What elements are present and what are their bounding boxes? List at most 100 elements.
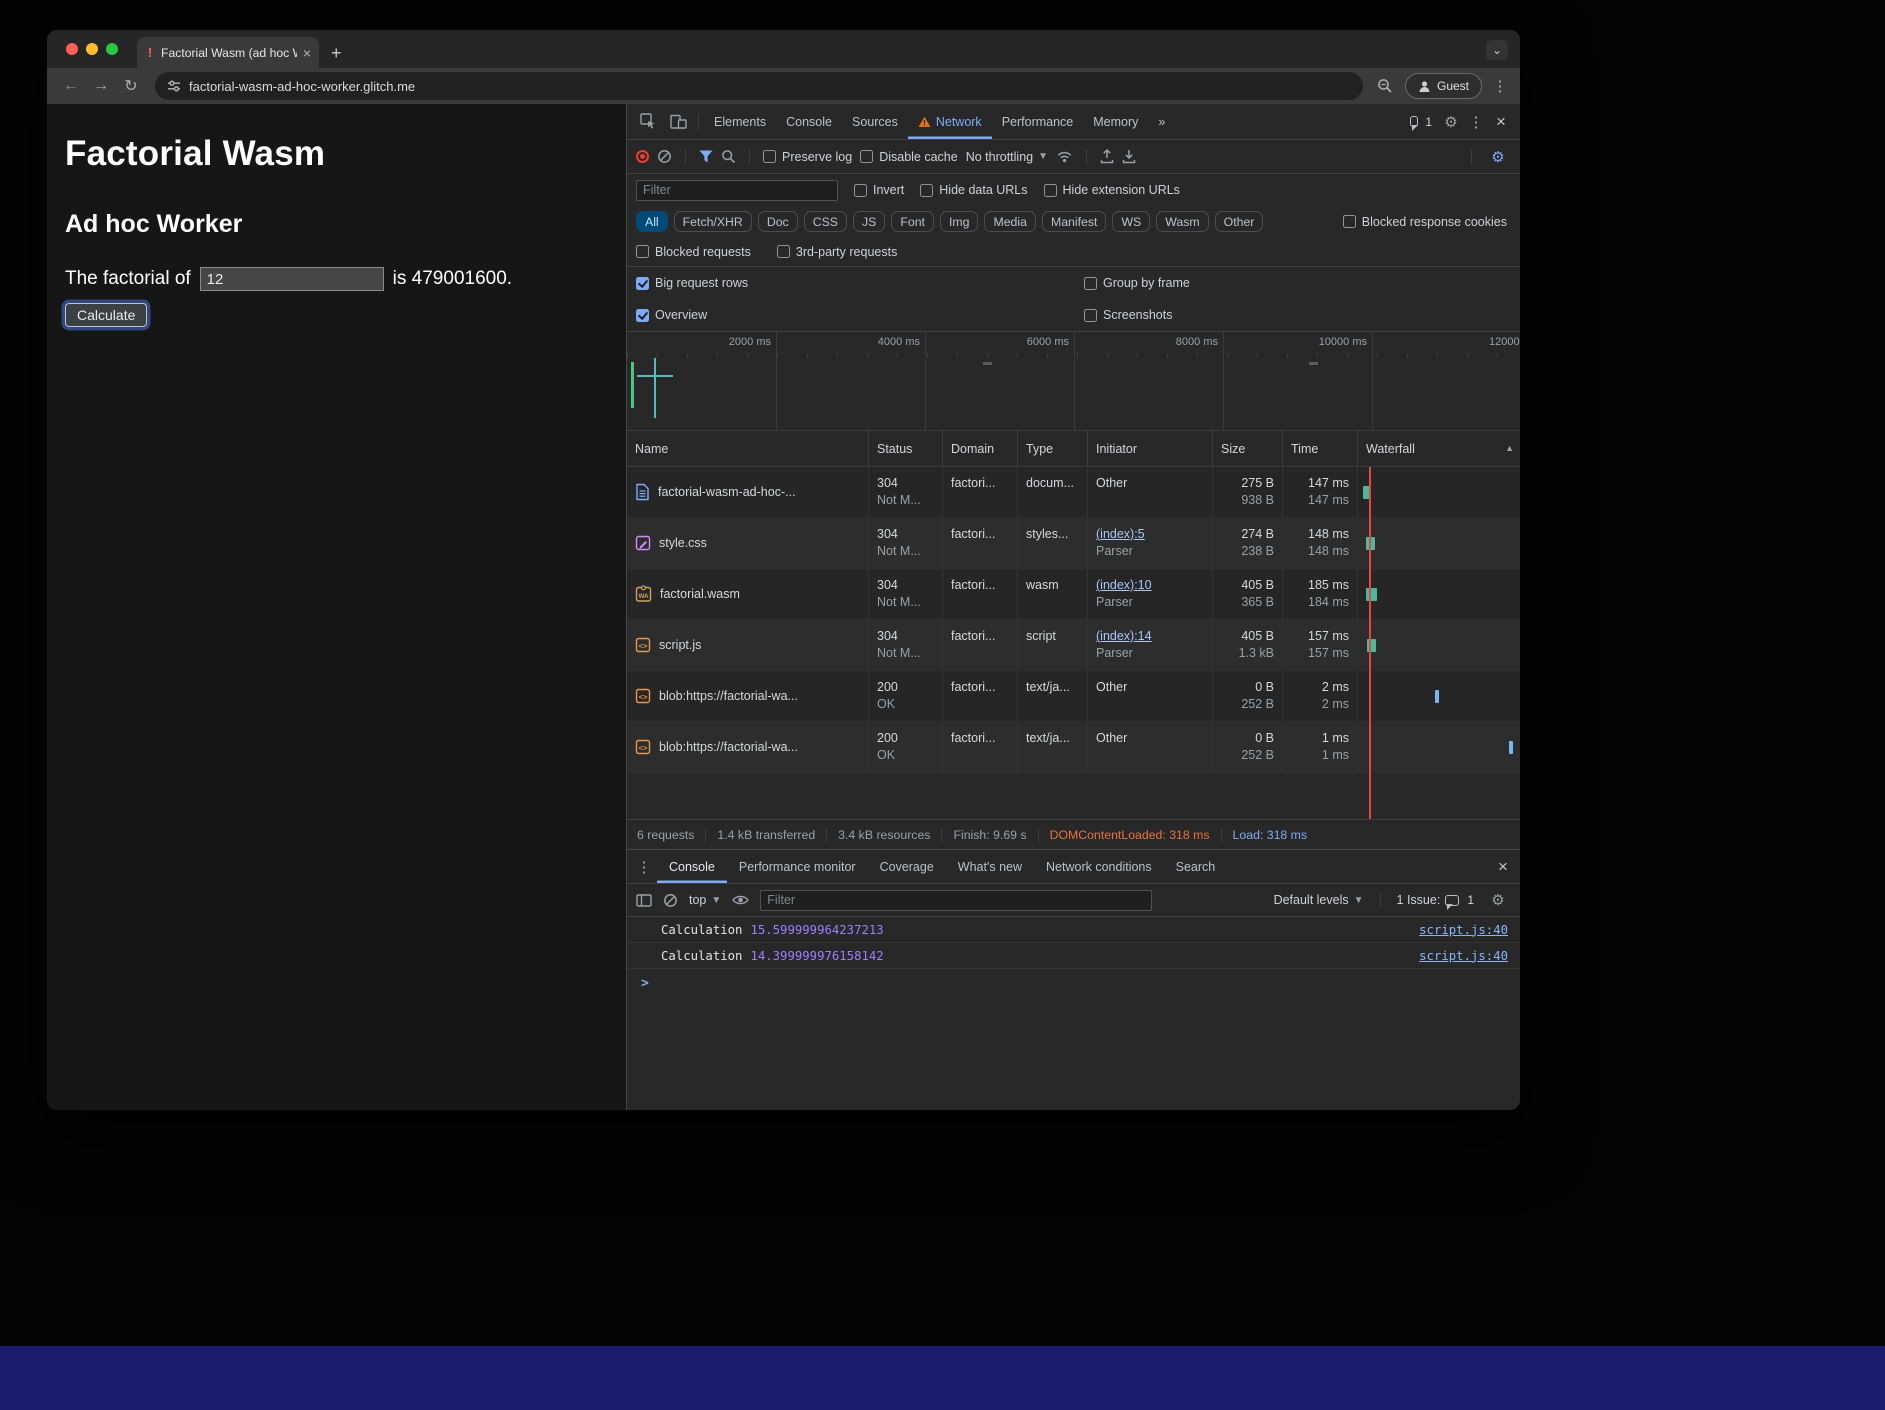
column-header-status[interactable]: Status: [869, 431, 943, 466]
checkbox-box[interactable]: [920, 184, 933, 197]
browser-menu-button[interactable]: ⋮: [1490, 77, 1510, 95]
factorial-input[interactable]: [200, 267, 384, 291]
devtools-menu-icon[interactable]: ⋮: [1466, 113, 1486, 131]
column-header-waterfall[interactable]: Waterfall ▲: [1358, 431, 1520, 466]
initiator-link[interactable]: (index):14: [1096, 628, 1212, 645]
profile-button[interactable]: Guest: [1405, 73, 1482, 99]
tab-memory[interactable]: Memory: [1083, 104, 1148, 139]
chip-doc[interactable]: Doc: [758, 211, 798, 232]
chip-js[interactable]: JS: [853, 211, 885, 232]
back-button[interactable]: ←: [57, 72, 85, 100]
checkbox-box[interactable]: [763, 150, 776, 163]
console-sidebar-icon[interactable]: [636, 894, 652, 907]
network-conditions-icon[interactable]: [1056, 150, 1073, 163]
hide-data-urls-checkbox[interactable]: Hide data URLs: [920, 183, 1027, 197]
console-message[interactable]: Calculation 15.599999964237213 script.js…: [627, 917, 1520, 943]
blocked-requests-checkbox[interactable]: Blocked requests: [636, 245, 751, 259]
forward-button[interactable]: →: [87, 72, 115, 100]
device-toolbar-icon[interactable]: [663, 108, 693, 136]
log-levels-dropdown[interactable]: Default levels ▼: [1274, 893, 1364, 907]
drawer-menu-icon[interactable]: ⋮: [631, 858, 657, 876]
checkbox-box[interactable]: [854, 184, 867, 197]
new-tab-button[interactable]: +: [331, 44, 342, 62]
tab-network[interactable]: Network: [908, 104, 992, 139]
name-cell[interactable]: <> script.js: [627, 620, 869, 670]
column-header-initiator[interactable]: Initiator: [1088, 431, 1213, 466]
record-network-log-button[interactable]: [636, 150, 649, 163]
execution-context-dropdown[interactable]: top ▼: [689, 893, 721, 907]
tab-close-icon[interactable]: ×: [303, 45, 311, 61]
group-by-frame-checkbox[interactable]: Group by frame: [1084, 276, 1190, 290]
clear-network-log-icon[interactable]: [657, 149, 672, 164]
calculate-button[interactable]: Calculate: [65, 303, 147, 327]
devtools-close-icon[interactable]: ×: [1488, 112, 1514, 132]
search-icon[interactable]: [721, 149, 736, 164]
console-filter-input[interactable]: [760, 890, 1152, 911]
chip-all[interactable]: All: [636, 211, 668, 232]
checkbox-box[interactable]: [1343, 215, 1356, 228]
drawer-tab-network-conditions[interactable]: Network conditions: [1034, 850, 1164, 883]
column-header-time[interactable]: Time: [1283, 431, 1358, 466]
throttling-dropdown[interactable]: No throttling ▼: [966, 150, 1048, 164]
table-row[interactable]: <> blob:https://factorial-wa... 200OK fa…: [627, 671, 1520, 722]
console-prompt[interactable]: >: [627, 969, 1520, 991]
filter-icon[interactable]: [699, 150, 713, 163]
more-tabs-button[interactable]: »: [1148, 104, 1175, 139]
chip-ws[interactable]: WS: [1112, 211, 1150, 232]
source-link[interactable]: script.js:40: [1419, 923, 1508, 937]
checkbox-box[interactable]: [636, 309, 649, 322]
hide-extension-urls-checkbox[interactable]: Hide extension URLs: [1044, 183, 1180, 197]
disable-cache-checkbox[interactable]: Disable cache: [860, 150, 958, 164]
address-bar[interactable]: factorial-wasm-ad-hoc-worker.glitch.me: [155, 72, 1363, 100]
network-overview-timeline[interactable]: 2000 ms 4000 ms 6000 ms 8000 ms 10000 ms…: [627, 331, 1520, 431]
chip-font[interactable]: Font: [891, 211, 934, 232]
checkbox-box[interactable]: [1044, 184, 1057, 197]
initiator-link[interactable]: (index):5: [1096, 526, 1212, 543]
table-row[interactable]: <> blob:https://factorial-wa... 200OK fa…: [627, 722, 1520, 773]
fullscreen-window-button[interactable]: [106, 43, 118, 55]
close-window-button[interactable]: [66, 43, 78, 55]
checkbox-box[interactable]: [1084, 277, 1097, 290]
browser-tab[interactable]: ! Factorial Wasm (ad hoc Worker) ×: [137, 37, 319, 68]
third-party-requests-checkbox[interactable]: 3rd-party requests: [777, 245, 897, 259]
name-cell[interactable]: WA factorial.wasm: [627, 569, 869, 619]
clear-console-icon[interactable]: [663, 893, 678, 908]
tab-elements[interactable]: Elements: [704, 104, 776, 139]
network-settings-icon[interactable]: ⚙: [1485, 148, 1511, 166]
console-settings-icon[interactable]: ⚙: [1485, 891, 1511, 909]
drawer-tab-whats-new[interactable]: What's new: [946, 850, 1034, 883]
eye-icon[interactable]: [732, 894, 749, 906]
drawer-tab-coverage[interactable]: Coverage: [868, 850, 946, 883]
checkbox-box[interactable]: [777, 245, 790, 258]
chip-img[interactable]: Img: [940, 211, 979, 232]
checkbox-box[interactable]: [636, 277, 649, 290]
drawer-tab-console[interactable]: Console: [657, 850, 727, 883]
chip-other[interactable]: Other: [1215, 211, 1264, 232]
big-request-rows-checkbox[interactable]: Big request rows: [636, 276, 1084, 290]
export-har-icon[interactable]: [1122, 149, 1136, 164]
checkbox-box[interactable]: [636, 245, 649, 258]
minimize-window-button[interactable]: [86, 43, 98, 55]
preserve-log-checkbox[interactable]: Preserve log: [763, 150, 852, 164]
devtools-settings-icon[interactable]: ⚙: [1438, 113, 1464, 131]
tab-sources[interactable]: Sources: [842, 104, 908, 139]
tab-console[interactable]: Console: [776, 104, 842, 139]
zoom-icon[interactable]: [1377, 78, 1393, 94]
chip-media[interactable]: Media: [984, 211, 1036, 232]
column-header-domain[interactable]: Domain: [943, 431, 1018, 466]
drawer-close-icon[interactable]: ×: [1490, 857, 1516, 877]
issues-counter-button[interactable]: 1: [1406, 108, 1436, 136]
table-row[interactable]: factorial-wasm-ad-hoc-... 304Not M... fa…: [627, 467, 1520, 518]
blocked-response-cookies-checkbox[interactable]: Blocked response cookies: [1343, 215, 1511, 229]
column-header-name[interactable]: Name: [627, 431, 869, 466]
chip-fetch-xhr[interactable]: Fetch/XHR: [674, 211, 752, 232]
drawer-tab-search[interactable]: Search: [1164, 850, 1228, 883]
column-header-type[interactable]: Type: [1018, 431, 1088, 466]
checkbox-box[interactable]: [1084, 309, 1097, 322]
issues-link[interactable]: 1 Issue: 1: [1397, 893, 1474, 907]
name-cell[interactable]: factorial-wasm-ad-hoc-...: [627, 467, 869, 517]
table-row[interactable]: style.css 304Not M... factori... styles.…: [627, 518, 1520, 569]
inspect-element-icon[interactable]: [633, 108, 663, 136]
tab-search-button[interactable]: ⌄: [1486, 40, 1508, 60]
column-header-size[interactable]: Size: [1213, 431, 1283, 466]
